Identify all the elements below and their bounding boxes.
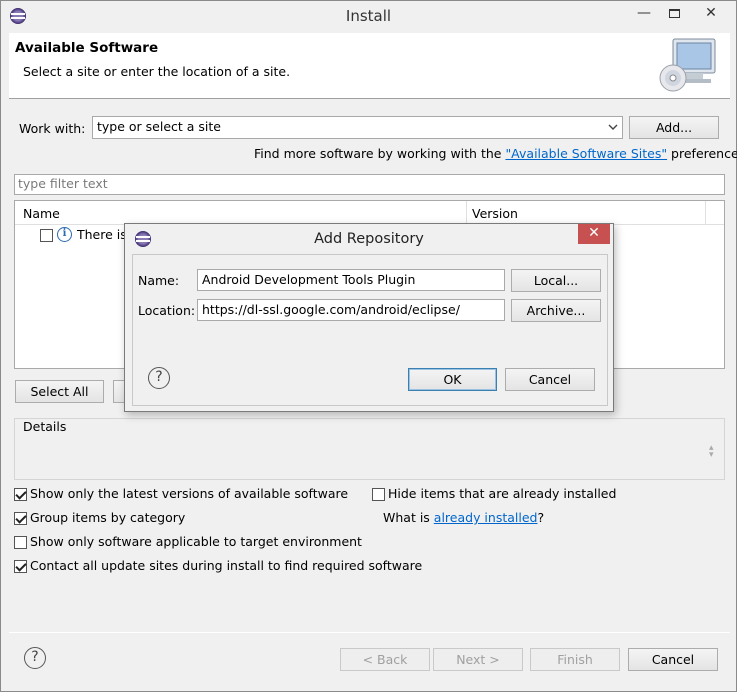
column-divider[interactable] — [705, 201, 706, 225]
dialog-title: Add Repository — [314, 231, 424, 247]
target-environment-label: Show only software applicable to target … — [30, 534, 362, 549]
banner-subtitle: Select a site or enter the location of a… — [23, 64, 291, 79]
cancel-button[interactable]: Cancel — [628, 648, 718, 671]
title-bar[interactable]: Install — ✕ — [1, 1, 736, 33]
column-header-name[interactable]: Name — [23, 206, 60, 221]
hide-installed-label: Hide items that are already installed — [388, 486, 617, 501]
monitor-cd-icon — [659, 38, 716, 92]
contact-sites-checkbox[interactable] — [14, 560, 27, 573]
column-divider[interactable] — [466, 201, 467, 225]
group-by-category-label: Group items by category — [30, 510, 186, 525]
latest-versions-option[interactable]: Show only the latest versions of availab… — [14, 486, 348, 501]
group-by-category-option[interactable]: Group items by category — [14, 510, 185, 525]
add-site-button[interactable]: Add... — [629, 116, 719, 139]
column-header-version[interactable]: Version — [472, 206, 518, 221]
local-button[interactable]: Local... — [511, 269, 601, 292]
footer-separator — [9, 632, 730, 633]
available-software-sites-link[interactable]: "Available Software Sites" — [505, 146, 667, 161]
target-environment-option[interactable]: Show only software applicable to target … — [14, 534, 362, 549]
name-label: Name: — [138, 273, 180, 288]
row-checkbox[interactable] — [40, 229, 53, 242]
work-with-combo[interactable]: type or select a site — [92, 116, 623, 139]
location-field[interactable]: https://dl-ssl.google.com/android/eclips… — [197, 299, 505, 321]
maximize-icon — [668, 8, 680, 18]
info-icon: i — [57, 227, 72, 242]
contact-sites-option[interactable]: Contact all update sites during install … — [14, 558, 422, 573]
maximize-button[interactable] — [659, 3, 689, 23]
row-name: There is — [77, 227, 127, 242]
dialog-close-button[interactable]: ✕ — [578, 224, 610, 244]
latest-versions-label: Show only the latest versions of availab… — [30, 486, 349, 501]
help-icon[interactable]: ? — [148, 367, 170, 389]
banner-title: Available Software — [15, 40, 159, 56]
filter-input[interactable]: type filter text — [14, 174, 725, 195]
details-label: Details — [23, 419, 67, 434]
select-all-button[interactable]: Select All — [15, 380, 104, 403]
table-header: Name Version — [15, 201, 724, 225]
dialog-content: Name: Android Development Tools Plugin L… — [132, 254, 608, 406]
scroll-arrows-icon[interactable]: ▴ ▾ — [709, 444, 714, 460]
what-is-prefix: What is — [383, 510, 434, 525]
name-field[interactable]: Android Development Tools Plugin — [197, 269, 505, 291]
add-repository-dialog: Add Repository ✕ Name: Android Developme… — [124, 223, 614, 412]
window-title: Install — [345, 7, 392, 25]
table-row[interactable] — [40, 227, 53, 242]
work-with-label: Work with: — [19, 121, 86, 136]
close-button[interactable]: ✕ — [691, 3, 731, 23]
help-icon[interactable]: ? — [24, 647, 46, 669]
wizard-banner: Available Software Select a site or ente… — [9, 33, 730, 99]
location-label: Location: — [138, 303, 196, 318]
group-by-category-checkbox[interactable] — [14, 512, 27, 525]
back-button[interactable]: < Back — [340, 648, 430, 671]
work-with-placeholder: type or select a site — [97, 119, 221, 134]
target-environment-checkbox[interactable] — [14, 536, 27, 549]
minimize-button[interactable]: — — [629, 3, 659, 23]
find-more-prefix: Find more software by working with the — [254, 146, 506, 161]
what-is-installed-text: What is already installed? — [383, 510, 544, 525]
ok-button[interactable]: OK — [408, 368, 497, 391]
find-more-text: Find more software by working with the "… — [254, 146, 737, 161]
latest-versions-checkbox[interactable] — [14, 488, 27, 501]
what-is-suffix: ? — [537, 510, 545, 525]
contact-sites-label: Contact all update sites during install … — [30, 558, 423, 573]
details-group: Details ▴ ▾ — [14, 418, 725, 480]
install-window: Install — ✕ Available Software Select a … — [0, 0, 737, 692]
already-installed-link[interactable]: already installed — [434, 510, 538, 525]
next-button[interactable]: Next > — [433, 648, 523, 671]
dialog-cancel-button[interactable]: Cancel — [505, 368, 595, 391]
find-more-suffix: preferences. — [671, 146, 737, 161]
hide-installed-checkbox[interactable] — [372, 488, 385, 501]
chevron-down-icon[interactable] — [608, 120, 618, 134]
archive-button[interactable]: Archive... — [511, 299, 601, 322]
hide-installed-option[interactable]: Hide items that are already installed — [372, 486, 616, 501]
finish-button[interactable]: Finish — [530, 648, 620, 671]
